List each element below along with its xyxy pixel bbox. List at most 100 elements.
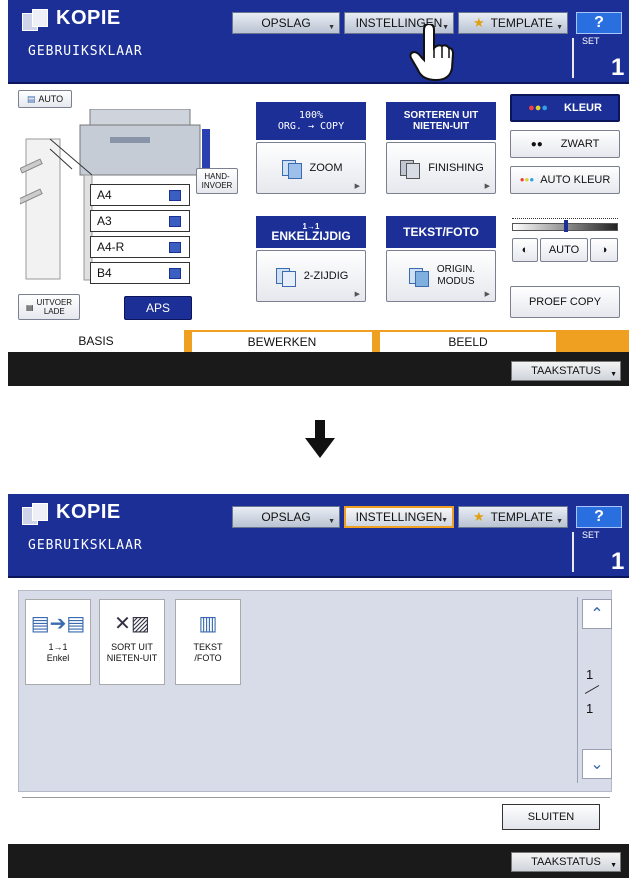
tray-icon [169, 190, 181, 201]
zoom-button[interactable]: ZOOM ▶ [256, 142, 366, 194]
tab-bewerken[interactable]: BEWERKEN [192, 330, 372, 352]
finishing-header: SORTEREN UIT NIETEN-UIT [386, 102, 496, 140]
set-label: SET [582, 530, 600, 540]
template-label: TEMPLATE [490, 510, 554, 524]
template-label: TEMPLATE [490, 16, 554, 30]
summary-line1: 1→1 [48, 642, 68, 652]
hand-invoer-button[interactable]: HAND- INVOER [196, 168, 238, 194]
tab-basis-label: BASIS [78, 334, 114, 348]
paper-tray-a3[interactable]: A3 [90, 210, 190, 232]
text-photo-icon: ▥ [198, 612, 218, 635]
summary-original[interactable]: ▥ TEKST /FOTO [175, 599, 241, 685]
duplex-copy-icon: ▤➔▤ [30, 612, 86, 635]
zwart-label: ZWART [560, 138, 600, 150]
zoom-ratio: 100% [298, 110, 324, 121]
tab-beeld[interactable]: BEELD [380, 330, 556, 352]
uitvoer-lade-button[interactable]: ▤ UITVOER LADE [18, 294, 80, 320]
finishing-button[interactable]: FINISHING ▶ [386, 142, 496, 194]
tab-basis[interactable]: BASIS [8, 330, 184, 352]
scroll-down-button[interactable]: ⌄ [582, 749, 612, 779]
aps-button[interactable]: APS [124, 296, 192, 320]
original-icon: ▤ [26, 93, 36, 104]
finishing-mode: SORTEREN UIT NIETEN-UIT [403, 110, 479, 132]
chevron-down-icon: ⌄ [590, 756, 604, 773]
set-label: SET [582, 36, 600, 46]
sluiten-button[interactable]: SLUITEN [502, 804, 600, 830]
opslag-button[interactable]: OPSLAG ▼ [232, 506, 340, 528]
summary-line1: TEKST [193, 642, 223, 652]
aps-label: APS [145, 301, 170, 315]
text-photo-icon [407, 265, 429, 287]
pointing-hand-icon [409, 24, 454, 82]
template-button[interactable]: ★ TEMPLATE ▼ [458, 12, 568, 34]
auto-kleur-label: AUTO KLEUR [540, 174, 611, 186]
settings-summary-area: ▤➔▤ 1→1 Enkel ✕▨ SORT UIT NIETEN-UIT ▥ T… [18, 590, 612, 792]
paper-size-label: B4 [97, 266, 112, 280]
instellingen-label: INSTELLINGEN [355, 510, 443, 524]
basic-settings-area: ▤ AUTO A4 A3 A4-R B4 HAND- INVOER ▤ UITV… [8, 84, 629, 352]
paper-tray-a4[interactable]: A4 [90, 184, 190, 206]
instellingen-button[interactable]: INSTELLINGEN ▼ [344, 506, 454, 528]
scroll-up-button[interactable]: ⌃ [582, 599, 612, 629]
density-scale[interactable] [512, 218, 618, 232]
duplex-label: 2-ZIJDIG [303, 270, 349, 282]
star-icon: ★ [472, 15, 485, 30]
taakstatus-label: TAAKSTATUS [531, 856, 601, 868]
zwart-button[interactable]: ●● ZWART [510, 130, 620, 158]
duplex-button[interactable]: 2-ZIJDIG ▶ [256, 250, 366, 302]
set-count: 1 [611, 548, 625, 575]
original-mode: TEKST/FOTO [403, 224, 479, 239]
opslag-label: OPSLAG [261, 16, 311, 30]
help-button[interactable]: ? [576, 12, 622, 34]
paper-size-label: A4 [97, 188, 112, 202]
opslag-label: OPSLAG [261, 510, 311, 524]
summary-line2: NIETEN-UIT [106, 653, 158, 663]
paper-tray-a4r[interactable]: A4-R [90, 236, 190, 258]
darker-button[interactable]: ◑ [590, 238, 618, 262]
opslag-button[interactable]: OPSLAG ▼ [232, 12, 340, 34]
lighter-button[interactable]: ◐ [512, 238, 538, 262]
page-divider [584, 685, 600, 694]
auto-kleur-button[interactable]: ●●● AUTO KLEUR [510, 166, 620, 194]
down-arrow-icon [305, 420, 335, 458]
sort-staple-off-icon: ✕▨ [114, 612, 150, 635]
star-icon: ★ [472, 509, 485, 524]
taakstatus-button[interactable]: TAAKSTATUS ▼ [511, 852, 621, 872]
screen-title: KOPIE [56, 501, 121, 523]
summary-line2: Enkel [46, 653, 70, 663]
proef-copy-button[interactable]: PROEF COPY [510, 286, 620, 318]
original-mode-label: ORIGIN. MODUS [436, 264, 476, 287]
paper-size-label: A3 [97, 214, 112, 228]
auto-label: AUTO [38, 94, 64, 104]
status-text: GEBRUIKSKLAAR [28, 44, 143, 59]
sluiten-label: SLUITEN [527, 811, 575, 823]
tray-icon [169, 216, 181, 227]
help-button[interactable]: ? [576, 506, 622, 528]
uitvoer-lade-label: UITVOER LADE [36, 298, 73, 316]
output-tray-icon: ▤ [25, 302, 34, 312]
taakstatus-button[interactable]: TAAKSTATUS ▼ [511, 361, 621, 381]
duplex-mode: ENKELZIJDIG [271, 228, 351, 243]
zoom-org-copy: ORG. → COPY [277, 121, 345, 132]
summary-duplex[interactable]: ▤➔▤ 1→1 Enkel [25, 599, 91, 685]
auto-original-button[interactable]: ▤ AUTO [18, 90, 72, 108]
paper-size-label: A4-R [97, 240, 125, 254]
kleur-label: KLEUR [564, 102, 602, 114]
paper-tray-b4[interactable]: B4 [90, 262, 190, 284]
header-bar: KOPIE GEBRUIKSKLAAR OPSLAG ▼ INSTELLINGEN… [8, 0, 629, 84]
template-button[interactable]: ★ TEMPLATE ▼ [458, 506, 568, 528]
zoom-label: ZOOM [309, 162, 343, 174]
black-dots-icon: ●● [530, 138, 543, 150]
duplex-header: 1→1 ENKELZIJDIG [256, 216, 366, 248]
half-circle-light-icon: ◐ [521, 244, 529, 256]
half-circle-dark-icon: ◑ [600, 244, 608, 256]
kleur-button[interactable]: ●●● KLEUR [510, 94, 620, 122]
original-mode-button[interactable]: ORIGIN. MODUS ▶ [386, 250, 496, 302]
summary-sort[interactable]: ✕▨ SORT UIT NIETEN-UIT [99, 599, 165, 685]
copy-icon [22, 503, 48, 525]
summary-line2: /FOTO [194, 653, 222, 663]
page-total: 1 [586, 701, 594, 716]
finishing-label: FINISHING [428, 162, 484, 174]
set-divider [572, 532, 574, 572]
density-auto-button[interactable]: AUTO [540, 238, 588, 262]
